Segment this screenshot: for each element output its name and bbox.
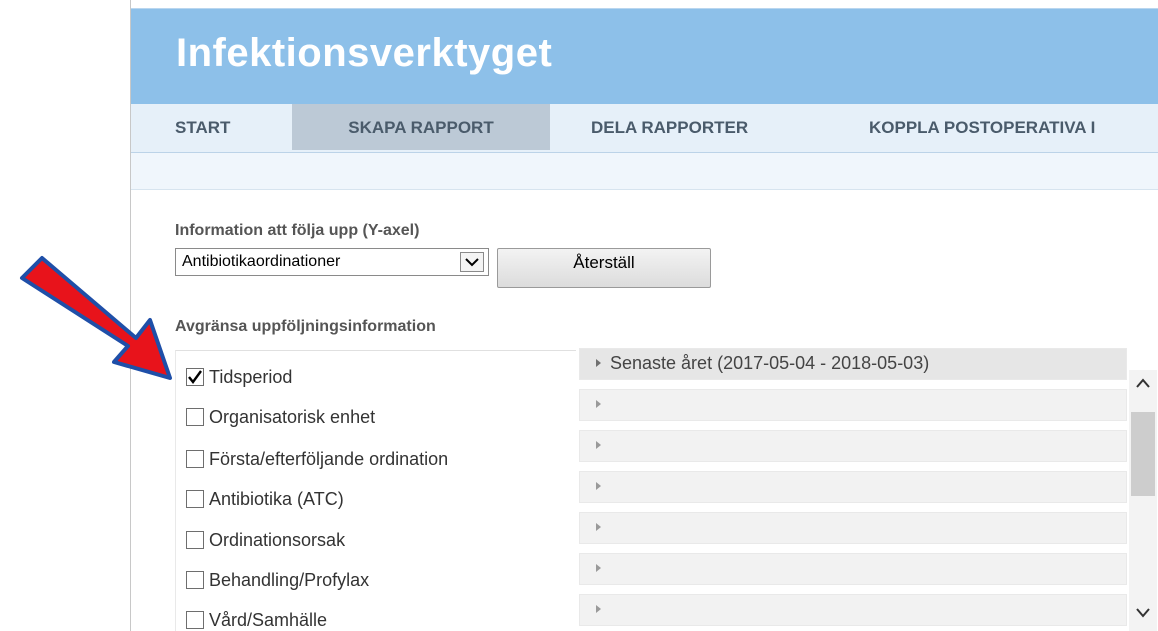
filter-value-vard-samhalle[interactable] [579,594,1127,626]
chevron-up-icon[interactable] [1135,376,1151,390]
filter-value-behandling-profylax[interactable] [579,553,1127,585]
filter-label: Ordinationsorsak [209,529,346,550]
reset-button[interactable]: Återställ [497,248,711,288]
expand-triangle-icon [596,523,601,531]
limit-section-label: Avgränsa uppföljningsinformation [175,318,436,335]
filter-forsta-efterfoljande[interactable]: Första/efterföljande ordination [186,445,448,473]
filter-value-organisatorisk-enhet[interactable] [579,389,1127,421]
filter-label: Organisatorisk enhet [209,406,376,427]
y-axis-selected-value: Antibiotikaordinationer [182,253,341,270]
chevron-down-icon[interactable] [460,252,484,272]
expand-triangle-icon [596,359,601,367]
filter-value-antibiotika-atc[interactable] [579,471,1127,503]
vertical-scrollbar[interactable] [1129,370,1157,631]
checkbox[interactable] [186,531,204,549]
filter-value-tidsperiod[interactable]: Senaste året (2017-05-04 - 2018-05-03) [579,348,1127,380]
tab-koppla-postoperativa[interactable]: KOPPLA POSTOPERATIVA I [869,104,1095,150]
app-window: Infektionsverktyget START SKAPA RAPPORT … [130,0,1158,631]
filter-label: Första/efterföljande ordination [209,448,449,469]
expand-triangle-icon [596,441,601,449]
main-nav: START SKAPA RAPPORT DELA RAPPORTER KOPPL… [131,104,1158,153]
chevron-down-icon[interactable] [1135,606,1151,620]
top-strip [131,0,1158,8]
y-axis-select[interactable]: Antibiotikaordinationer [175,248,489,276]
checkbox[interactable] [186,611,204,629]
checkbox[interactable] [186,408,204,426]
filter-antibiotika-atc[interactable]: Antibiotika (ATC) [186,485,344,513]
sub-toolbar [131,153,1158,190]
filter-vard-samhalle[interactable]: Vård/Samhälle [186,606,327,631]
filter-label: Behandling/Profylax [209,569,370,590]
tab-dela-rapporter[interactable]: DELA RAPPORTER [591,104,748,150]
filter-tidsperiod[interactable]: Tidsperiod [186,363,292,391]
scrollbar-thumb[interactable] [1131,412,1155,496]
expand-triangle-icon [596,482,601,490]
filter-value-forsta-efterfoljande[interactable] [579,430,1127,462]
filter-value-text: Senaste året (2017-05-04 - 2018-05-03) [610,353,930,373]
y-axis-label: Information att följa upp (Y-axel) [175,222,420,239]
expand-triangle-icon [596,400,601,408]
app-title: Infektionsverktyget [176,31,553,75]
filter-label: Vård/Samhälle [209,609,328,630]
tab-start[interactable]: START [175,104,230,150]
app-header: Infektionsverktyget [131,8,1158,105]
expand-triangle-icon [596,564,601,572]
filter-organisatorisk-enhet[interactable]: Organisatorisk enhet [186,403,375,431]
checkbox[interactable] [186,571,204,589]
checkbox[interactable] [186,450,204,468]
filter-checkbox-list: Tidsperiod Organisatorisk enhet Första/e… [175,350,576,631]
filter-value-ordinationsorsak[interactable] [579,512,1127,544]
expand-triangle-icon [596,605,601,613]
checkbox-checked[interactable] [186,368,204,386]
tab-skapa-rapport[interactable]: SKAPA RAPPORT [292,104,550,150]
report-builder: Information att följa upp (Y-axel) Antib… [131,190,1158,631]
left-margin [0,0,130,631]
filter-label: Tidsperiod [209,366,293,387]
filter-behandling-profylax[interactable]: Behandling/Profylax [186,566,369,594]
filter-values-panel: Senaste året (2017-05-04 - 2018-05-03) [579,348,1127,631]
filter-label: Antibiotika (ATC) [209,488,344,509]
filter-ordinationsorsak[interactable]: Ordinationsorsak [186,526,345,554]
checkbox[interactable] [186,490,204,508]
